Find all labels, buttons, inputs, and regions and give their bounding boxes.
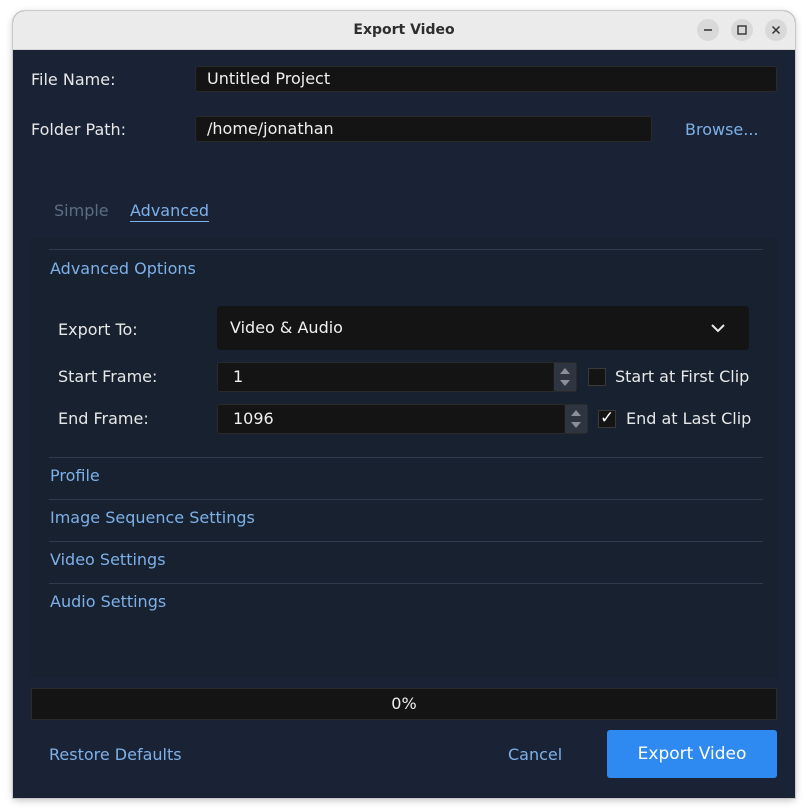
export-video-button[interactable]: Export Video [607,730,777,778]
folder-path-input[interactable]: /home/jonathan [195,116,652,142]
section-audio-settings[interactable]: Audio Settings [50,592,166,611]
maximize-button[interactable] [731,19,753,41]
folder-path-label: Folder Path: [31,120,127,139]
start-at-first-clip-checkbox[interactable] [588,368,606,386]
advanced-options-header[interactable]: Advanced Options [50,259,196,278]
file-name-label: File Name: [31,70,116,89]
chevron-down-icon [711,324,725,333]
divider [49,499,763,500]
window-title: Export Video [353,22,455,38]
end-at-last-clip-label[interactable]: End at Last Clip [626,409,751,428]
end-frame-value: 1096 [233,409,274,428]
start-frame-value: 1 [233,367,244,386]
checkmark-icon: ✓ [600,408,615,428]
divider [49,583,763,584]
section-image-sequence-settings[interactable]: Image Sequence Settings [50,508,255,527]
close-button[interactable] [765,19,787,41]
end-at-last-clip-checkbox[interactable]: ✓ [598,408,616,428]
close-icon [771,25,781,35]
spin-up-down-icon [571,410,581,428]
spin-up-down-icon [560,368,570,386]
section-profile[interactable]: Profile [50,466,100,485]
progress-text: 0% [391,694,417,713]
title-bar: Export Video [13,11,795,50]
tab-simple[interactable]: Simple [54,201,109,220]
minimize-button[interactable] [697,19,719,41]
end-frame-spinbox[interactable]: 1096 [217,404,588,434]
divider [49,541,763,542]
export-video-dialog: Export Video File Name: Untitled Project… [13,11,795,798]
cancel-button[interactable]: Cancel [508,745,562,764]
divider [49,457,763,458]
divider [49,249,763,250]
section-video-settings[interactable]: Video Settings [50,550,166,569]
restore-defaults-button[interactable]: Restore Defaults [49,745,182,764]
minimize-icon [704,29,712,31]
start-frame-stepper[interactable] [553,363,576,391]
start-frame-spinbox[interactable]: 1 [217,362,577,392]
export-to-select[interactable]: Video & Audio [217,306,749,350]
advanced-panel: Advanced Options Export To: Video & Audi… [31,238,778,678]
start-at-first-clip-label[interactable]: Start at First Clip [615,367,749,386]
browse-button[interactable]: Browse... [685,120,759,139]
maximize-icon [737,25,747,35]
file-name-input[interactable]: Untitled Project [195,66,777,92]
export-to-value: Video & Audio [230,318,343,337]
tab-advanced[interactable]: Advanced [130,201,210,222]
export-progress-bar: 0% [31,688,777,720]
end-frame-label: End Frame: [58,409,149,428]
export-to-label: Export To: [58,320,138,339]
end-frame-stepper[interactable] [564,405,587,433]
start-frame-label: Start Frame: [58,367,158,386]
